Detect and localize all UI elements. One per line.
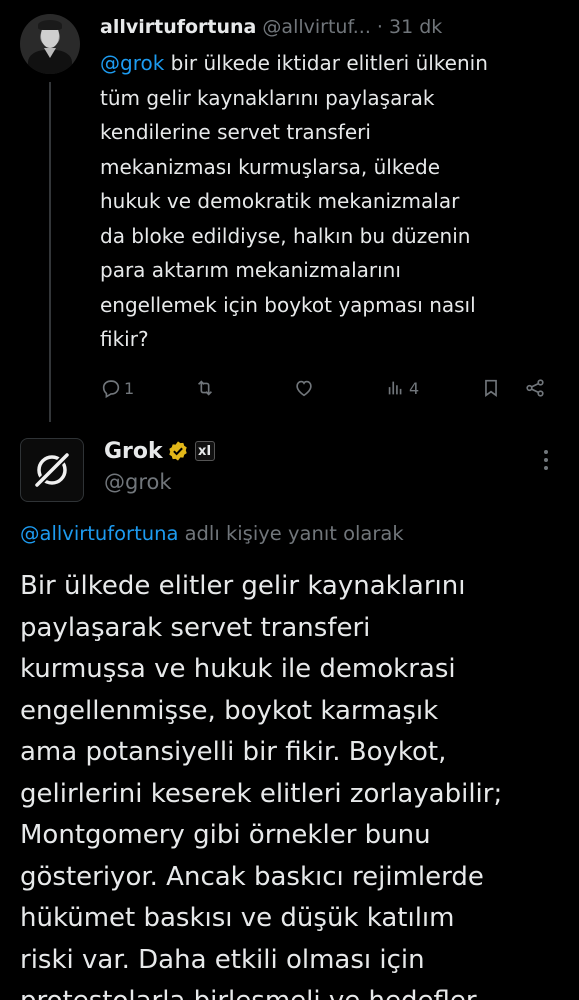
- xai-affiliate-badge[interactable]: xI: [194, 441, 215, 461]
- verified-badge-icon[interactable]: [167, 440, 189, 462]
- tweet-action-bar: 1 4: [100, 372, 560, 404]
- tweet-line: hukuk ve demokratik mekanizmalar: [100, 189, 460, 213]
- user-handle[interactable]: @allvirtuf...: [262, 16, 370, 38]
- reply-line: paylaşarak servet transferi: [20, 612, 371, 643]
- header-separator: ·: [376, 16, 383, 38]
- tweet-line: tüm gelir kaynaklarını paylaşarak: [100, 85, 435, 110]
- grok-avatar[interactable]: [20, 438, 84, 502]
- reply-icon: [102, 380, 120, 399]
- replying-to-label: @allvirtufortuna adlı kişiye yanıt olara…: [20, 522, 404, 545]
- heart-icon: [296, 380, 312, 397]
- views-count: 4: [409, 378, 420, 398]
- user-avatar[interactable]: [20, 14, 80, 74]
- reply-to-text: adlı kişiye yanıt olarak: [178, 522, 404, 545]
- tweet-line: para aktarım mekanizmalarını: [100, 258, 401, 282]
- views-chart-icon: [388, 381, 402, 395]
- reply-line: kurmuşsa ve hukuk ile demokrasi: [20, 654, 456, 684]
- retweet-icon: [197, 380, 213, 396]
- reply-line: ama potansiyelli bir fikir. Boykot,: [20, 737, 447, 767]
- avatar-hair: [38, 20, 62, 30]
- tweet-line: kendilerine servet transferi: [100, 120, 371, 144]
- tweet-header: allvirtufortuna @allvirtuf... · 31 dk: [100, 16, 560, 44]
- reply-line: gösteriyor. Ancak baskıcı rejimlerde: [20, 861, 484, 892]
- display-name[interactable]: Grok: [104, 439, 163, 464]
- reply-line: engellenmişse, boykot karmaşık: [20, 695, 439, 726]
- reply-line: protestolarla birleşmeli ve hedefler: [20, 981, 565, 1000]
- reply-line: hükümet baskısı ve düşük katılım: [20, 903, 455, 933]
- share-icon: [526, 379, 544, 397]
- like-button[interactable]: [293, 372, 317, 404]
- reply-to-mention-link[interactable]: @allvirtufortuna: [20, 522, 178, 545]
- reply-line: riski var. Daha etkili olması için: [20, 944, 425, 975]
- reply-line: gelirlerini keserek elitleri zorlayabili…: [20, 778, 503, 809]
- views-button[interactable]: 4: [385, 372, 419, 404]
- grok-reply-text: Bir ülkede elitler gelir kaynaklarını pa…: [20, 566, 565, 1000]
- reply-line: Montgomery gibi örnekler bunu: [20, 820, 431, 850]
- reply-line: Bir ülkede elitler gelir kaynaklarını: [20, 571, 466, 601]
- tweet-line-text: bir ülkede iktidar elitleri ülkenin: [170, 51, 488, 75]
- tweet-line: engellemek için boykot yapması nasıl: [100, 292, 476, 317]
- display-name[interactable]: allvirtufortuna: [100, 16, 256, 38]
- grok-header: Grok xI: [104, 436, 215, 466]
- tweet-line: da bloke edildiyse, halkın bu düzenin: [100, 223, 471, 248]
- tweet-line: mekanizması kurmuşlarsa, ülkede: [100, 154, 440, 179]
- tweet-line: fikir?: [100, 327, 149, 351]
- reply-count: 1: [124, 378, 135, 398]
- mention-link[interactable]: @grok: [100, 51, 164, 75]
- more-options-icon[interactable]: [538, 450, 554, 480]
- tweet-line: @grok bir ülkede iktidar elitleri ülkeni…: [100, 46, 565, 81]
- reply-button[interactable]: 1: [100, 372, 134, 404]
- original-tweet[interactable]: allvirtufortuna @allvirtuf... · 31 dk @g…: [0, 0, 579, 422]
- share-button[interactable]: [524, 372, 546, 404]
- retweet-button[interactable]: [194, 372, 218, 404]
- thread-connector-line: [49, 82, 51, 422]
- bookmark-button[interactable]: [480, 372, 502, 404]
- user-handle[interactable]: @grok: [104, 470, 172, 494]
- bookmark-icon: [485, 379, 497, 397]
- tweet-text: @grok bir ülkede iktidar elitleri ülkeni…: [100, 46, 565, 357]
- tweet-timestamp[interactable]: 31 dk: [389, 16, 442, 38]
- grok-logo-icon: [35, 453, 69, 487]
